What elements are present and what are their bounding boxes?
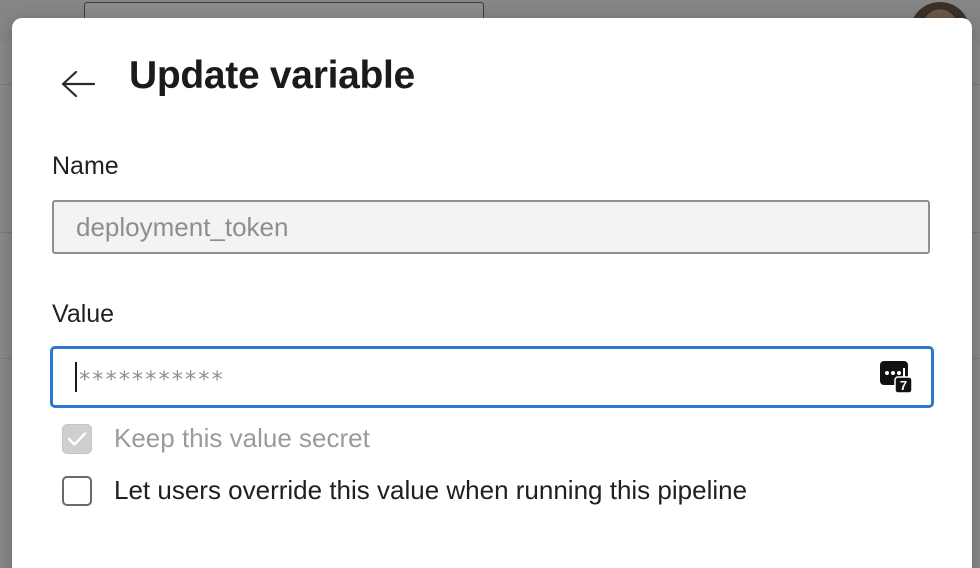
text-caret bbox=[75, 362, 77, 392]
value-label: Value bbox=[52, 300, 115, 328]
value-field-masked-text: *********** bbox=[78, 367, 224, 393]
name-field-value: deployment_token bbox=[76, 211, 289, 242]
name-label: Name bbox=[52, 152, 119, 180]
update-variable-dialog: Update variable Name deployment_token Va… bbox=[12, 18, 972, 568]
keep-secret-label: Keep this value secret bbox=[114, 423, 370, 453]
keep-secret-checkbox bbox=[62, 423, 92, 454]
allow-override-option[interactable]: Let users override this value when runni… bbox=[62, 475, 747, 506]
value-field[interactable]: *********** 7 bbox=[50, 346, 934, 408]
checkmark-icon bbox=[67, 431, 87, 446]
name-field: deployment_token bbox=[52, 200, 930, 254]
allow-override-checkbox[interactable] bbox=[62, 475, 92, 506]
back-button[interactable] bbox=[58, 64, 98, 104]
allow-override-label[interactable]: Let users override this value when runni… bbox=[114, 475, 747, 506]
keep-secret-option: Keep this value secret bbox=[62, 423, 370, 454]
arrow-left-icon bbox=[61, 70, 96, 98]
password-manager-badge: 7 bbox=[900, 378, 907, 393]
password-manager-icon[interactable]: 7 bbox=[879, 360, 913, 394]
dialog-title: Update variable bbox=[129, 54, 415, 97]
